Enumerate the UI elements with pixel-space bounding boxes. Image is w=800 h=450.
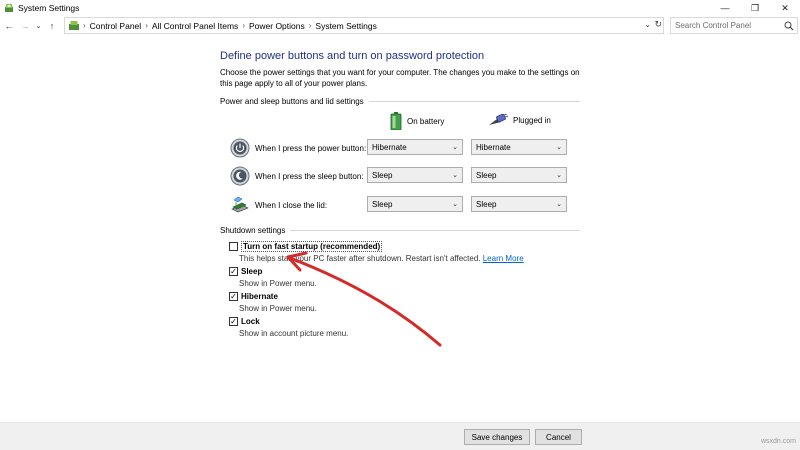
lock-description: Show in account picture menu.: [239, 329, 349, 338]
chevron-down-icon: ⌄: [556, 144, 562, 151]
select-value: Hibernate: [476, 142, 511, 152]
lock-option[interactable]: ✓ Lock: [229, 317, 260, 326]
cancel-button[interactable]: Cancel: [535, 429, 582, 445]
control-panel-icon: [5, 4, 13, 12]
power-button-label: When I press the power button:: [255, 144, 367, 153]
watermark: wsxdn.com: [760, 438, 796, 445]
lid-battery-select[interactable]: Sleep ⌄: [367, 196, 463, 212]
address-dropdown-icon[interactable]: ⌄: [644, 20, 651, 29]
breadcrumb-system-settings[interactable]: System Settings: [315, 21, 376, 31]
close-button[interactable]: ✕: [770, 0, 800, 16]
minimize-button[interactable]: —: [710, 0, 740, 16]
power-button-plugged-select[interactable]: Hibernate ⌄: [471, 139, 567, 155]
chevron-down-icon: ⌄: [556, 172, 562, 179]
lid-plugged-select[interactable]: Sleep ⌄: [471, 196, 567, 212]
chevron-down-icon: ⌄: [452, 144, 458, 151]
lock-option-label[interactable]: Lock: [241, 317, 260, 326]
fast-startup-option[interactable]: Turn on fast startup (recommended): [229, 241, 383, 252]
select-value: Sleep: [476, 170, 497, 180]
search-icon: [784, 21, 794, 31]
plugged-in-label: Plugged in: [513, 115, 551, 125]
power-button-icon: [230, 138, 250, 158]
recent-locations-button[interactable]: ⌄: [34, 19, 43, 33]
forward-button[interactable]: →: [18, 19, 32, 33]
shutdown-section-heading: Shutdown settings: [220, 226, 580, 235]
window-controls: — ❐ ✕: [710, 0, 800, 16]
breadcrumb-separator: ›: [83, 21, 86, 30]
chevron-down-icon: ⌄: [556, 201, 562, 208]
chevron-down-icon: ⌄: [452, 172, 458, 179]
power-section-title: Power and sleep buttons and lid settings: [220, 97, 364, 106]
breadcrumb-control-panel[interactable]: Control Panel: [90, 21, 142, 31]
sleep-button-battery-select[interactable]: Sleep ⌄: [367, 167, 463, 183]
power-button-battery-select[interactable]: Hibernate ⌄: [367, 139, 463, 155]
control-panel-icon: [69, 21, 79, 30]
page-title: Define power buttons and turn on passwor…: [220, 50, 485, 62]
fast-startup-description: This helps start your PC faster after sh…: [239, 254, 524, 263]
breadcrumb-power-options[interactable]: Power Options: [249, 21, 305, 31]
fast-startup-label[interactable]: Turn on fast startup (recommended): [241, 241, 383, 252]
column-plugged-in: Plugged in: [488, 114, 551, 126]
breadcrumb-all-items[interactable]: All Control Panel Items: [152, 21, 238, 31]
shutdown-section-title: Shutdown settings: [220, 226, 286, 235]
power-plug-icon: [489, 114, 508, 125]
breadcrumb-separator: ›: [145, 21, 148, 30]
select-value: Sleep: [476, 199, 497, 209]
chevron-down-icon: ⌄: [452, 201, 458, 208]
section-divider: [368, 101, 580, 102]
back-button[interactable]: ←: [2, 19, 16, 33]
fast-startup-desc-text: This helps start your PC faster after sh…: [239, 254, 481, 263]
sleep-option[interactable]: ✓ Sleep: [229, 267, 262, 276]
up-button[interactable]: ↑: [45, 19, 59, 33]
breadcrumb-separator: ›: [308, 21, 312, 30]
intro-text: Choose the power settings that you want …: [220, 68, 580, 88]
sleep-button-icon: [230, 166, 250, 186]
sleep-button-plugged-select[interactable]: Sleep ⌄: [471, 167, 567, 183]
search-box[interactable]: [670, 17, 798, 34]
footer-bar: Save changes Cancel wsxdn.com: [0, 422, 800, 450]
lid-label: When I close the lid:: [255, 201, 328, 210]
title-bar: System Settings — ❐ ✕: [0, 0, 800, 16]
sleep-option-label[interactable]: Sleep: [241, 267, 262, 276]
address-bar[interactable]: › Control Panel › All Control Panel Item…: [64, 17, 664, 34]
lock-checkbox[interactable]: ✓: [229, 317, 238, 326]
fast-startup-checkbox[interactable]: [229, 242, 238, 251]
search-input[interactable]: [675, 21, 780, 30]
hibernate-option[interactable]: ✓ Hibernate: [229, 292, 278, 301]
select-value: Sleep: [372, 199, 393, 209]
hibernate-checkbox[interactable]: ✓: [229, 292, 238, 301]
navigation-bar: ← → ⌄ ↑ › Control Panel › All Control Pa…: [0, 17, 800, 35]
section-divider: [290, 230, 580, 231]
on-battery-label: On battery: [407, 116, 445, 126]
maximize-button[interactable]: ❐: [740, 0, 770, 16]
select-value: Sleep: [372, 170, 393, 180]
power-section-heading: Power and sleep buttons and lid settings: [220, 97, 580, 106]
save-changes-button[interactable]: Save changes: [464, 429, 530, 445]
hibernate-option-label[interactable]: Hibernate: [241, 292, 278, 301]
sleep-button-label: When I press the sleep button:: [255, 172, 364, 181]
breadcrumb-separator: ›: [242, 21, 245, 30]
battery-icon: [390, 112, 402, 130]
learn-more-link[interactable]: Learn More: [483, 254, 524, 263]
laptop-lid-icon: [231, 196, 249, 213]
hibernate-description: Show in Power menu.: [239, 304, 317, 313]
refresh-icon[interactable]: ↻: [654, 19, 662, 30]
sleep-checkbox[interactable]: ✓: [229, 267, 238, 276]
window-title: System Settings: [18, 3, 80, 13]
column-on-battery: On battery: [390, 112, 444, 130]
sleep-description: Show in Power menu.: [239, 279, 317, 288]
select-value: Hibernate: [372, 142, 407, 152]
